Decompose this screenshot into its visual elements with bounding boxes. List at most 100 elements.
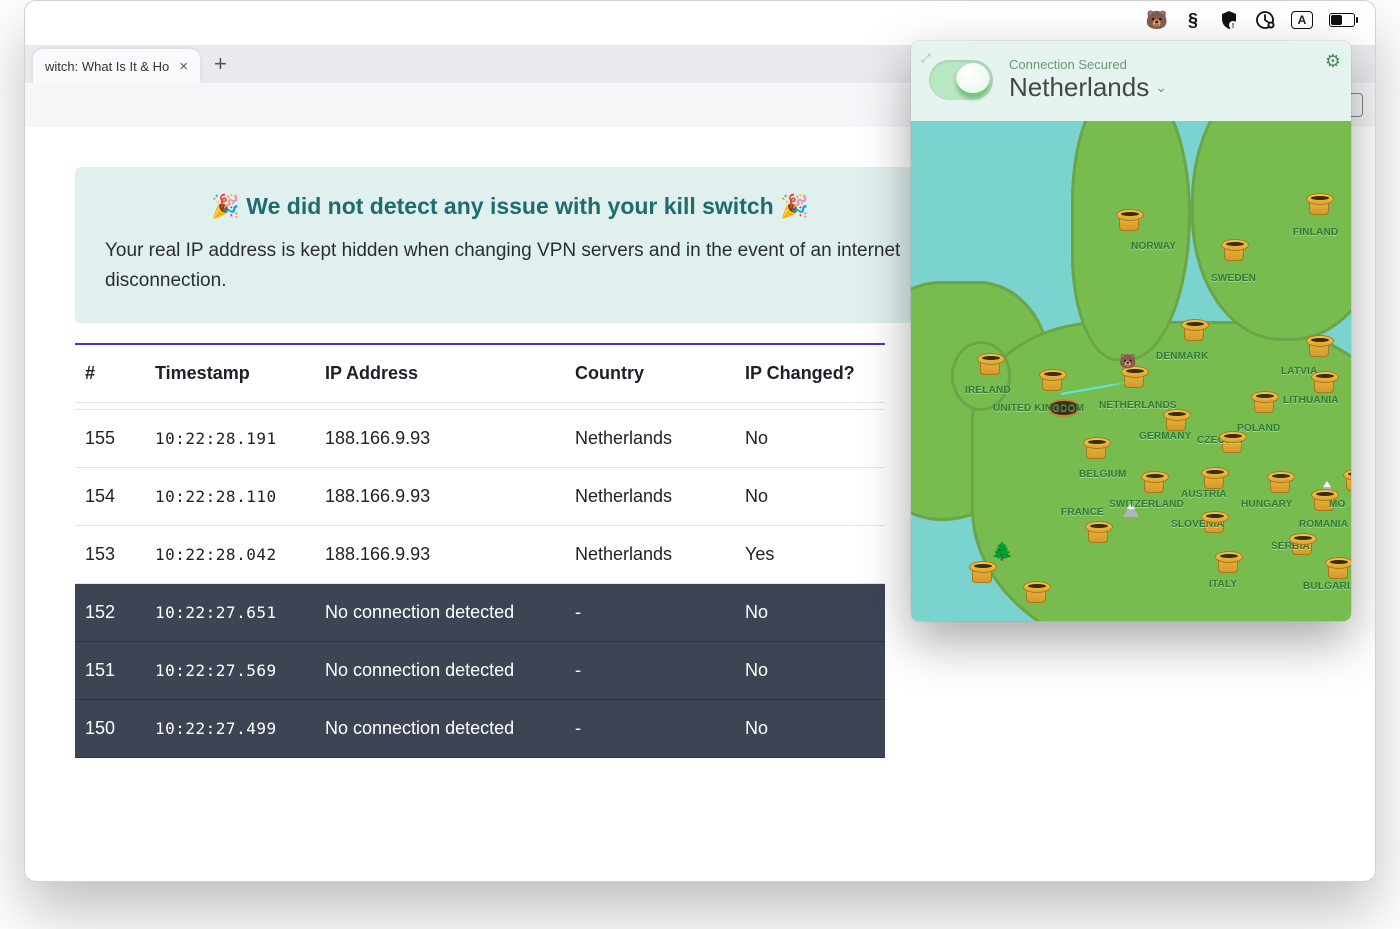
browser-tab[interactable]: witch: What Is It & Ho × [33,49,200,83]
country-label: NORWAY [1131,241,1176,252]
cell-changed: Yes [745,544,875,565]
cell-ip: 188.166.9.93 [325,544,575,565]
country-pipe[interactable] [1023,581,1049,603]
cell-index: 154 [85,486,155,507]
country-pipe[interactable] [1311,371,1337,393]
country-label: HUNGARY [1241,499,1293,510]
table-row: 15310:22:28.042188.166.9.93NetherlandsYe… [75,526,885,584]
chevron-down-icon: ⌄ [1155,79,1167,96]
country-label: MO [1329,499,1346,510]
table-row: 15210:22:27.651No connection detected-No [75,584,885,642]
new-tab-button[interactable]: + [214,51,227,77]
country-label: GERMANY [1139,431,1192,442]
cell-timestamp: 10:22:27.569 [155,661,325,680]
banner-body: Your real IP address is kept hidden when… [105,236,915,297]
vpn-map[interactable]: 🐻 🌲 NORWAYSWEDENFINLANDLATVIALITHUANIADE… [911,121,1351,621]
table-header-row: # Timestamp IP Address Country IP Change… [75,345,885,403]
country-label: FINLAND [1293,227,1338,238]
country-pipe[interactable] [1325,557,1351,579]
expand-icon[interactable]: ⤢ [921,51,931,66]
country-pipe[interactable] [1163,409,1189,431]
cell-index: 151 [85,660,155,681]
location-name: Netherlands [1009,72,1149,103]
cell-timestamp: 10:22:27.651 [155,603,325,622]
cell-changed: No [745,660,875,681]
menubar: 🐻 § ! A [1147,7,1355,33]
country-label: ROMANIA [1299,519,1348,530]
cell-changed: No [745,428,875,449]
cell-ip: No connection detected [325,660,575,681]
country-pipe[interactable] [969,561,995,583]
country-pipe[interactable] [1267,471,1293,493]
country-pipe[interactable] [1181,319,1207,341]
col-country: Country [575,363,745,384]
gear-icon[interactable]: ⚙ [1325,51,1341,72]
cell-country: Netherlands [575,428,745,449]
battery-icon[interactable] [1329,13,1355,27]
country-label: SWEDEN [1211,273,1256,284]
location-selector[interactable]: Netherlands ⌄ [1009,72,1167,103]
vpn-bear-icon[interactable]: 🐻 [1147,10,1167,30]
table-row-partial [75,403,885,410]
vpn-popover: ⤢ ⚙ Connection Secured Netherlands ⌄ [911,41,1351,621]
country-label: ITALY [1209,579,1237,590]
col-timestamp: Timestamp [155,363,325,384]
country-label: FRANCE [1061,507,1104,518]
cell-timestamp: 10:22:28.191 [155,429,325,448]
cell-ip: 188.166.9.93 [325,486,575,507]
col-changed: IP Changed? [745,363,875,384]
cell-ip: No connection detected [325,602,575,623]
log-table: # Timestamp IP Address Country IP Change… [75,343,885,758]
country-pipe[interactable] [1085,521,1111,543]
country-pipe[interactable] [1215,551,1241,573]
col-ip: IP Address [325,363,575,384]
country-pipe[interactable] [977,353,1003,375]
country-pipe[interactable] [1343,469,1351,491]
close-tab-icon[interactable]: × [179,58,188,75]
bear-icon: 🐻 [1119,353,1135,369]
country-pipe[interactable] [1039,369,1065,391]
country-label: BELGIUM [1079,469,1127,480]
country-pipe[interactable] [1201,467,1227,489]
col-index: # [85,363,155,384]
country-pipe[interactable] [1306,193,1332,215]
cell-ip: 188.166.9.93 [325,428,575,449]
cell-timestamp: 10:22:28.110 [155,487,325,506]
cell-index: 155 [85,428,155,449]
country-pipe[interactable] [1306,335,1332,357]
country-pipe[interactable] [1083,437,1109,459]
malware-icon[interactable]: ! [1219,10,1239,30]
cell-country: Netherlands [575,486,745,507]
country-label: DENMARK [1156,351,1209,362]
cell-index: 153 [85,544,155,565]
tab-title: witch: What Is It & Ho [45,59,169,74]
cell-timestamp: 10:22:28.042 [155,545,325,564]
cell-changed: No [745,602,875,623]
cell-index: 152 [85,602,155,623]
country-pipe[interactable] [1121,366,1147,388]
country-pipe[interactable] [1116,209,1142,231]
table-row: 15110:22:27.569No connection detected-No [75,642,885,700]
country-label: AUSTRIA [1181,489,1227,500]
connection-status: Connection Secured [1009,57,1167,72]
cell-timestamp: 10:22:27.499 [155,719,325,738]
table-row: 15010:22:27.499No connection detected-No [75,700,885,758]
clock-icon[interactable] [1255,10,1275,30]
country-pipe[interactable] [1221,239,1247,261]
cell-changed: No [745,718,875,739]
table-row: 15510:22:28.191188.166.9.93NetherlandsNo [75,410,885,468]
connection-toggle[interactable] [929,60,993,100]
country-label: LITHUANIA [1283,395,1339,406]
country-label: SWITZERLAND [1109,499,1184,510]
country-pipe[interactable] [1141,471,1167,493]
banner-headline: 🎉 We did not detect any issue with your … [105,193,915,220]
cell-country: - [575,660,745,681]
keyboard-input-icon[interactable]: A [1291,11,1313,29]
cell-country: Netherlands [575,544,745,565]
cell-ip: No connection detected [325,718,575,739]
country-label: IRELAND [965,385,1011,396]
result-banner: 🎉 We did not detect any issue with your … [75,167,945,323]
section-icon[interactable]: § [1183,10,1203,30]
country-pipe[interactable] [1251,391,1277,413]
table-row: 15410:22:28.110188.166.9.93NetherlandsNo [75,468,885,526]
